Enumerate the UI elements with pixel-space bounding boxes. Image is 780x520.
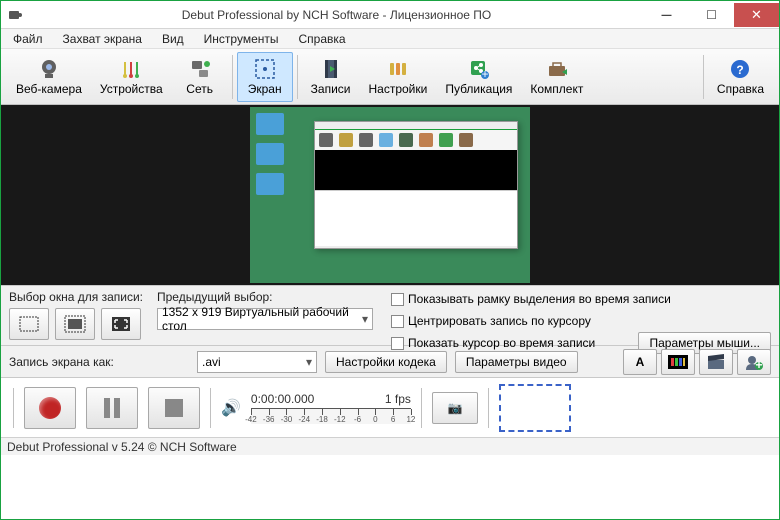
toolbar-separator [703,55,704,99]
webcam-button[interactable]: Веб-камера [7,52,91,102]
kit-button[interactable]: Комплект [521,52,592,102]
check-show-frame-label: Показывать рамку выделения во время запи… [408,292,671,306]
stop-button[interactable] [148,387,200,429]
fps-display: 1 fps [385,392,411,406]
select-window-button[interactable] [55,308,95,340]
devices-label: Устройства [100,82,163,96]
share-icon: + [467,57,491,81]
check-show-cursor-label: Показать курсор во время записи [408,336,595,350]
window-select-label: Выбор окна для записи: [9,290,143,304]
toolbar-separator [232,55,233,99]
devices-button[interactable]: Устройства [91,52,172,102]
time-display: 0:00:00.000 [251,392,314,406]
menu-capture[interactable]: Захват экрана [55,30,150,48]
menu-help[interactable]: Справка [291,30,354,48]
menubar: Файл Захват экрана Вид Инструменты Справ… [1,29,779,49]
select-fullscreen-button[interactable] [101,308,141,340]
screen-label: Экран [248,82,282,96]
format-combo[interactable]: .avi [197,351,317,373]
control-bar: 🔊 0:00:00.000 1 fps -42-36-30-24-18-12-6… [1,377,779,437]
menu-view[interactable]: Вид [154,30,192,48]
clapper-icon [706,354,726,370]
toolbar: Веб-камера Устройства Сеть Экран Записи … [1,49,779,105]
svg-text:+: + [755,358,762,370]
window-title: Debut Professional by NCH Software - Лиц… [29,8,644,22]
toolbar-separator [297,55,298,99]
help-label: Справка [717,82,764,96]
effects-button[interactable] [699,349,733,375]
stop-icon [165,399,183,417]
preview-desktop-icon [256,143,284,165]
prev-select-combo[interactable]: 1352 x 919 Виртуальный рабочий стол [157,308,373,330]
snapshot-preview [499,384,571,432]
network-label: Сеть [186,82,213,96]
network-icon [188,57,212,81]
check-center-cursor[interactable] [391,315,404,328]
text-overlay-button[interactable]: A [623,349,657,375]
select-rectangle-button[interactable] [9,308,49,340]
app-icon [1,1,29,29]
preview-desktop [250,107,530,283]
webcam-label: Веб-камера [16,82,82,96]
speaker-icon[interactable]: 🔊 [221,398,241,418]
svg-text:+: + [481,67,488,80]
help-icon: ? [728,57,752,81]
record-button[interactable] [24,387,76,429]
video-params-button[interactable]: Параметры видео [455,351,578,373]
color-bars-icon [668,355,688,369]
maximize-button[interactable] [689,3,734,27]
preview-desktop-icon [256,173,284,195]
check-show-cursor[interactable] [391,337,404,350]
devices-icon [119,57,143,81]
recordings-label: Записи [311,82,351,96]
webcam-icon [37,57,61,81]
publish-label: Публикация [445,82,512,96]
pause-icon [104,398,120,418]
person-add-icon: + [744,354,764,370]
menu-tools[interactable]: Инструменты [196,30,287,48]
settings-icon [386,57,410,81]
preview-area [1,105,779,285]
record-icon [39,397,61,419]
check-center-cursor-label: Центрировать запись по курсору [408,314,591,328]
publish-button[interactable]: + Публикация [436,52,521,102]
watermark-button[interactable]: + [737,349,771,375]
menu-file[interactable]: Файл [5,30,51,48]
timeline: 0:00:00.000 1 fps -42-36-30-24-18-12-606… [251,392,411,424]
close-button[interactable] [734,3,779,27]
kit-label: Комплект [530,82,583,96]
preview-desktop-icon [256,113,284,135]
color-adjust-button[interactable] [661,349,695,375]
audio-meter[interactable]: -42-36-30-24-18-12-60612 [251,408,411,424]
codec-settings-button[interactable]: Настройки кодека [325,351,447,373]
settings-button[interactable]: Настройки [359,52,436,102]
help-button[interactable]: ? Справка [708,52,773,102]
camera-icon: 📷 [447,401,462,415]
toolbox-icon [545,57,569,81]
format-label: Запись экрана как: [9,355,189,369]
pause-button[interactable] [86,387,138,429]
snapshot-button[interactable]: 📷 [432,392,478,424]
check-show-frame[interactable] [391,293,404,306]
network-button[interactable]: Сеть [172,52,228,102]
text-icon: A [636,355,645,369]
status-text: Debut Professional v 5.24 © NCH Software [7,440,237,454]
settings-label: Настройки [368,82,427,96]
screen-button[interactable]: Экран [237,52,293,102]
recordings-button[interactable]: Записи [302,52,360,102]
minimize-button[interactable] [644,3,689,27]
prev-select-label: Предыдущий выбор: [157,290,377,304]
screen-icon [253,57,277,81]
film-icon [319,57,343,81]
preview-nested-window [314,121,518,249]
svg-text:?: ? [737,63,744,77]
